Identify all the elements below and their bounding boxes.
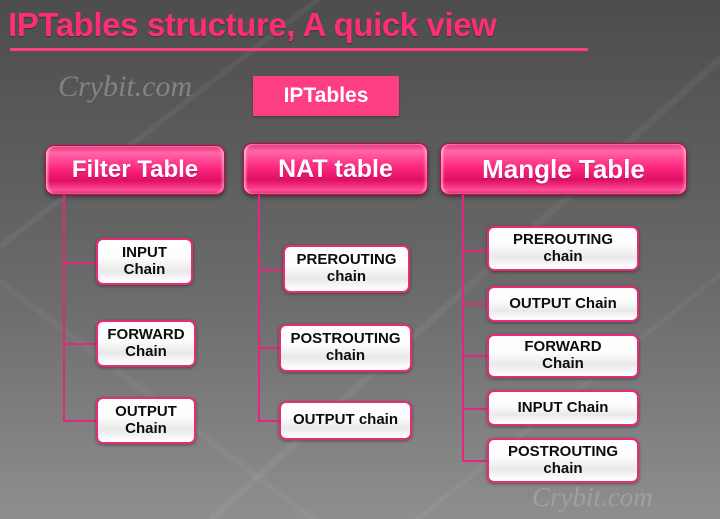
connector-trunk-mangle [462, 195, 464, 461]
connector-branch-nat-3 [258, 420, 279, 422]
watermark-top: Crybit.com [58, 70, 193, 103]
chain-label-line2: Chain [125, 419, 167, 437]
node-mangle-table[interactable]: Mangle Table [440, 143, 687, 195]
chain-label-line1: PREROUTING [296, 251, 397, 269]
node-mangle-chain[interactable]: FORWARD Chain [487, 334, 639, 378]
node-nat-table[interactable]: NAT table [243, 143, 428, 195]
connector-branch-mangle-3 [462, 355, 487, 357]
node-nat-chain[interactable]: PREROUTING chain [283, 245, 410, 293]
title-underline [10, 48, 588, 51]
chain-label-line2: Chain [125, 342, 167, 360]
connector-trunk-filter [63, 195, 65, 422]
chain-label-line1: INPUT Chain [517, 398, 609, 416]
connector-branch-mangle-1 [462, 250, 487, 252]
watermark-bottom: Crybit.com [532, 482, 653, 512]
connector-branch-nat-2 [258, 347, 279, 349]
connector-branch-filter-3 [63, 420, 96, 422]
node-iptables-root[interactable]: IPTables [253, 76, 399, 116]
chain-label-line1: POSTROUTING [507, 442, 618, 460]
chain-label-line2: chain [543, 247, 583, 265]
node-mangle-chain[interactable]: OUTPUT Chain [487, 286, 639, 322]
chain-label-line1: FORWARD [107, 325, 185, 343]
node-filter-chain[interactable]: INPUT Chain [96, 238, 193, 285]
chain-label-line2: Chain [542, 355, 584, 372]
node-mangle-chain[interactable]: POSTROUTING chain [487, 438, 639, 483]
connector-branch-mangle-5 [462, 460, 487, 462]
node-mangle-chain[interactable]: PREROUTING chain [487, 226, 639, 271]
chain-label-line2: chain [326, 268, 367, 285]
chain-label-line1: OUTPUT Chain [509, 294, 617, 312]
connector-branch-filter-2 [63, 343, 96, 345]
connector-trunk-nat [258, 195, 260, 422]
slide-canvas: IPTables structure, A quick view Crybit.… [0, 0, 720, 519]
chain-label-line1: INPUT [122, 243, 167, 261]
connector-branch-filter-1 [63, 262, 96, 264]
chain-label-line2: Chain [123, 260, 166, 278]
chain-label-line2: chain [543, 459, 583, 477]
chain-label-line1: PREROUTING [512, 230, 613, 248]
chain-label-line1: OUTPUT chain [292, 411, 398, 429]
node-mangle-chain[interactable]: INPUT Chain [487, 390, 639, 426]
chain-label-line1: POSTROUTING [290, 330, 401, 348]
node-nat-chain[interactable]: POSTROUTING chain [279, 324, 412, 372]
connector-branch-nat-1 [258, 269, 283, 271]
node-nat-chain[interactable]: OUTPUT chain [279, 401, 412, 440]
chain-label-line1: OUTPUT [115, 402, 177, 420]
node-filter-chain[interactable]: OUTPUT Chain [96, 397, 196, 444]
connector-branch-mangle-2 [462, 303, 487, 305]
connector-branch-mangle-4 [462, 408, 487, 410]
page-title: IPTables structure, A quick view [8, 6, 497, 43]
node-filter-table[interactable]: Filter Table [45, 145, 225, 195]
chain-label-line2: chain [325, 347, 366, 364]
chain-label-line1: FORWARD [524, 338, 602, 356]
node-filter-chain[interactable]: FORWARD Chain [96, 320, 196, 367]
